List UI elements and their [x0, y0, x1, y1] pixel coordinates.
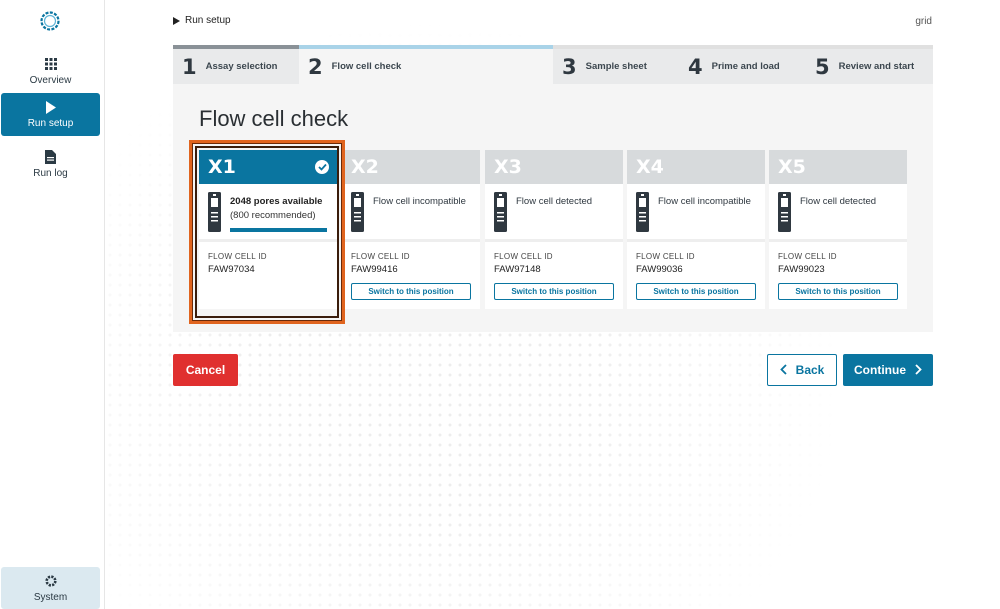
switch-position-button[interactable]: Switch to this position: [351, 283, 471, 300]
switch-position-button[interactable]: Switch to this position: [494, 283, 614, 300]
card-header: X5: [769, 150, 907, 184]
back-button[interactable]: Back: [767, 354, 837, 386]
continue-label: Continue: [854, 363, 906, 377]
step-number: 4: [688, 54, 703, 79]
pores-available: 2048 pores available: [230, 196, 323, 207]
flow-cell-id: FAW97148: [494, 264, 541, 275]
step-number: 1: [182, 54, 197, 79]
position-label: X1: [208, 156, 236, 178]
flow-cell-id: FAW99036: [636, 264, 683, 275]
switch-position-button[interactable]: Switch to this position: [778, 283, 898, 300]
card-status: Flow cell detected: [485, 184, 623, 242]
sidebar: Overview Run setup Run log System: [0, 0, 105, 609]
position-label: X2: [351, 156, 379, 178]
flow-cell-status: Flow cell detected: [516, 196, 593, 207]
flow-cell-id: FAW97034: [208, 264, 255, 275]
grid-icon: [44, 57, 58, 71]
checkmark-icon: [315, 160, 329, 174]
card-status: 2048 pores available (800 recommended): [199, 184, 337, 242]
flow-cell-card-x4: X4 Flow cell incompatible FLOW CELL ID F…: [627, 150, 765, 309]
card-status: Flow cell detected: [769, 184, 907, 242]
app-logo-icon: [38, 9, 62, 33]
play-icon: [173, 16, 180, 25]
step-assay-selection[interactable]: 1 Assay selection: [173, 45, 299, 84]
flow-cell-icon: [208, 192, 221, 232]
step-number: 2: [308, 54, 323, 79]
flow-cell-status: Flow cell incompatible: [658, 196, 751, 207]
flow-cell-card-x2: X2 Flow cell incompatible FLOW CELL ID F…: [342, 150, 480, 309]
position-label: X4: [636, 156, 664, 178]
sidebar-item-label: System: [33, 591, 68, 603]
cancel-button[interactable]: Cancel: [173, 354, 238, 386]
flow-cell-status: Flow cell detected: [800, 196, 877, 207]
step-label: Assay selection: [205, 61, 278, 72]
card-status: Flow cell incompatible: [627, 184, 765, 242]
step-flow-cell-check[interactable]: 2 Flow cell check: [299, 45, 553, 84]
play-icon: [44, 100, 58, 114]
step-prime-and-load[interactable]: 4 Prime and load: [679, 45, 806, 84]
step-number: 5: [815, 54, 830, 79]
card-header: X4: [627, 150, 765, 184]
sidebar-item-run-log[interactable]: Run log: [1, 143, 100, 186]
continue-button[interactable]: Continue: [843, 354, 933, 386]
flow-cell-id-label: FLOW CELL ID: [351, 252, 410, 261]
step-label: Review and start: [838, 61, 915, 72]
position-label: X5: [778, 156, 806, 178]
cancel-label: Cancel: [185, 363, 226, 377]
device-label: grid: [915, 16, 932, 27]
flow-cell-status: Flow cell incompatible: [373, 196, 466, 207]
switch-position-button[interactable]: Switch to this position: [636, 283, 756, 300]
card-status: Flow cell incompatible: [342, 184, 480, 242]
step-number: 3: [562, 54, 577, 79]
flow-cell-id-label: FLOW CELL ID: [208, 252, 267, 261]
sidebar-item-system[interactable]: System: [1, 567, 100, 609]
card-header: X1: [199, 150, 337, 184]
flow-cell-card-x3: X3 Flow cell detected FLOW CELL ID FAW97…: [485, 150, 623, 309]
flow-cell-icon: [494, 192, 507, 232]
flow-cell-card-x5: X5 Flow cell detected FLOW CELL ID FAW99…: [769, 150, 907, 309]
chevron-right-icon: [915, 363, 922, 378]
breadcrumb-label: Run setup: [185, 15, 231, 26]
flow-cell-id-label: FLOW CELL ID: [778, 252, 837, 261]
sidebar-item-label: Run log: [33, 168, 68, 179]
step-label: Flow cell check: [331, 61, 402, 72]
step-label: Prime and load: [711, 61, 780, 72]
flow-cell-id: FAW99023: [778, 264, 825, 275]
flow-cell-icon: [351, 192, 364, 232]
flow-cell-icon: [636, 192, 649, 232]
page-title: Flow cell check: [199, 106, 349, 131]
card-header: X2: [342, 150, 480, 184]
pores-recommended: (800 recommended): [230, 210, 316, 221]
flow-cell-card-x1[interactable]: X1 2048 pores available (800 recommended…: [199, 150, 337, 309]
flow-cell-id-label: FLOW CELL ID: [494, 252, 553, 261]
sidebar-item-overview[interactable]: Overview: [1, 50, 100, 93]
flow-cell-panel: Flow cell check X1 2048 pores available …: [173, 84, 933, 332]
sidebar-item-label: Run setup: [27, 118, 74, 129]
card-header: X3: [485, 150, 623, 184]
gear-icon: [44, 574, 58, 588]
sidebar-item-label: Overview: [29, 75, 72, 86]
step-review-and-start[interactable]: 5 Review and start: [806, 45, 933, 84]
breadcrumb[interactable]: Run setup: [173, 15, 231, 26]
document-icon: [44, 150, 58, 164]
flow-cell-icon: [778, 192, 791, 232]
flow-cell-id-label: FLOW CELL ID: [636, 252, 695, 261]
stepper: 1 Assay selection 2 Flow cell check 3 Sa…: [173, 45, 933, 84]
position-label: X3: [494, 156, 522, 178]
chevron-left-icon: [779, 363, 787, 378]
pores-progress-bar: [230, 228, 327, 232]
flow-cell-id: FAW99416: [351, 264, 398, 275]
step-sample-sheet[interactable]: 3 Sample sheet: [553, 45, 679, 84]
step-label: Sample sheet: [585, 61, 647, 72]
back-label: Back: [795, 363, 825, 377]
sidebar-item-run-setup[interactable]: Run setup: [1, 93, 100, 136]
